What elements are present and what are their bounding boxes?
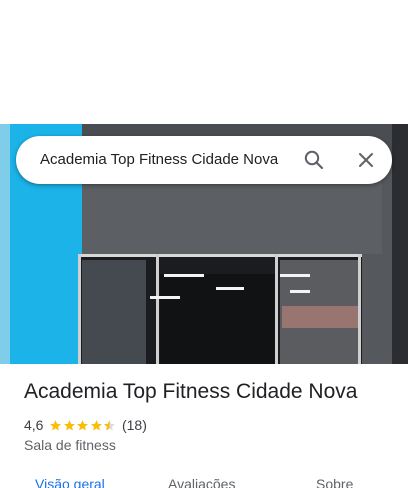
rating-value: 4,6 (24, 417, 44, 433)
photo-light (290, 290, 310, 293)
search-bar[interactable]: Academia Top Fitness Cidade Nova (16, 136, 392, 184)
photo-frame (78, 254, 81, 364)
photo-light (150, 296, 180, 299)
tab-overview[interactable]: Visão geral (35, 476, 105, 488)
place-title: Academia Top Fitness Cidade Nova (24, 380, 358, 403)
photo-blue-edge (0, 124, 10, 364)
place-category[interactable]: Sala de fitness (24, 437, 116, 453)
close-icon[interactable] (354, 148, 378, 172)
rating-row[interactable]: 4,6 (18) (24, 416, 147, 434)
star-icon (77, 419, 89, 430)
photo-light (164, 274, 204, 277)
rating-stars (49, 419, 117, 432)
review-count[interactable]: (18) (122, 417, 147, 433)
star-icon (64, 419, 75, 430)
place-tabs: Visão geral Avaliações Sobre (0, 474, 408, 488)
tab-about[interactable]: Sobre (316, 476, 353, 488)
photo-light (280, 274, 310, 277)
tab-reviews[interactable]: Avaliações (168, 476, 235, 488)
photo-frame (275, 254, 278, 364)
search-icon[interactable] (302, 148, 326, 172)
photo-frame (358, 254, 361, 364)
search-input[interactable]: Academia Top Fitness Cidade Nova (40, 136, 278, 184)
star-icon (91, 419, 102, 430)
photo-light (216, 287, 244, 290)
photo-right-edge (392, 124, 408, 364)
star-half-icon (104, 419, 116, 430)
photo-glass-pane-left (82, 260, 146, 364)
photo-frame (156, 254, 159, 364)
star-icon (50, 419, 62, 430)
